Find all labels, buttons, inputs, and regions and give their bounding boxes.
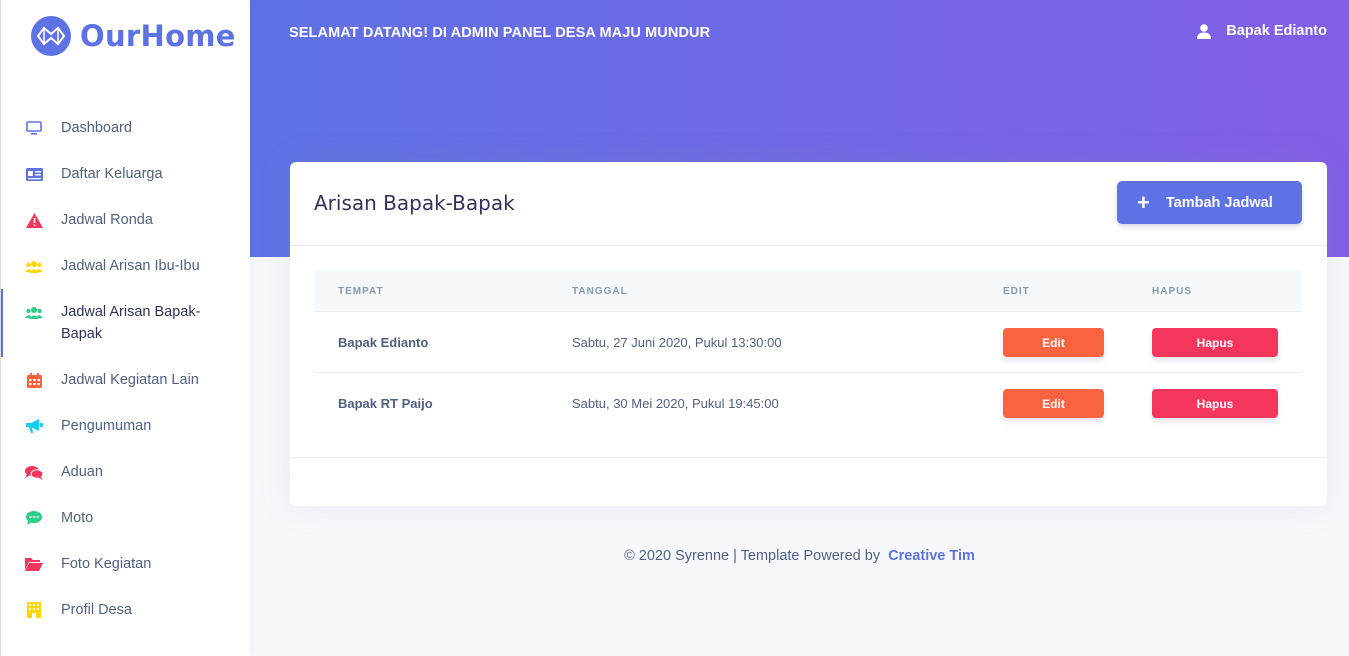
cell-tempat: Bapak Edianto [338,335,429,350]
delete-button[interactable]: Hapus [1152,389,1278,418]
table-row: Bapak RT Paijo Sabtu, 30 Mei 2020, Pukul… [314,373,1302,434]
sidebar-item-label: Moto [61,510,94,526]
footer: © 2020 Syrenne | Template Powered by Cre… [250,548,1349,564]
schedule-card: Arisan Bapak-Bapak + Tambah Jadwal TEMPA… [290,162,1327,506]
user-menu[interactable]: Bapak Edianto [1197,23,1327,39]
sidebar-item-foto-kegiatan[interactable]: Foto Kegiatan [1,541,251,587]
sidebar-item-jadwal-arisan-bapak[interactable]: Jadwal Arisan Bapak-Bapak [1,289,251,357]
building-icon [25,599,43,621]
brand-name: OurHome [80,19,236,53]
chat-icon [25,461,43,483]
sidebar-item-label: Jadwal Arisan Ibu-Ibu [61,258,200,274]
monitor-icon [25,117,43,139]
sidebar-item-daftar-keluarga[interactable]: Daftar Keluarga [1,151,251,197]
user-icon [1197,23,1212,39]
sidebar-item-aduan[interactable]: Aduan [1,449,251,495]
delete-button[interactable]: Hapus [1152,328,1278,357]
sidebar-item-label: Pengumuman [61,418,152,434]
sidebar-item-label: Jadwal Ronda [61,212,153,228]
sidebar-item-jadwal-kegiatan-lain[interactable]: Jadwal Kegiatan Lain [1,357,251,403]
brand[interactable]: OurHome [31,16,236,56]
sidebar-item-profil-desa[interactable]: Profil Desa [1,587,251,633]
footer-text: © 2020 Syrenne | Template Powered by [624,548,881,564]
card-header: Arisan Bapak-Bapak + Tambah Jadwal [290,162,1327,246]
user-name: Bapak Edianto [1226,23,1327,39]
megaphone-icon [25,415,43,437]
table-header: TEMPAT TANGGAL EDIT HAPUS [314,270,1302,312]
users-icon [25,255,43,277]
calendar-icon [25,369,43,391]
sidebar-item-jadwal-arisan-ibu[interactable]: Jadwal Arisan Ibu-Ibu [1,243,251,289]
sidebar-item-label: Dashboard [61,120,132,136]
card-title: Arisan Bapak-Bapak [314,191,515,215]
column-header-tempat: TEMPAT [338,286,384,297]
edit-button[interactable]: Edit [1003,328,1104,357]
sidebar-nav: Dashboard Daftar Keluarga Jadwal Ronda J… [1,105,251,633]
sidebar-item-label: Profil Desa [61,602,132,618]
comment-icon [25,507,43,529]
sidebar-item-moto[interactable]: Moto [1,495,251,541]
sidebar: OurHome Dashboard Daftar Keluarga Jadwal… [0,0,250,656]
users-icon [25,301,43,323]
schedule-table: TEMPAT TANGGAL EDIT HAPUS Bapak Edianto … [314,270,1302,434]
id-card-icon [25,163,43,185]
folder-open-icon [25,553,43,575]
sidebar-item-label: Jadwal Kegiatan Lain [61,372,199,388]
cell-tempat: Bapak RT Paijo [338,396,433,411]
sidebar-item-pengumuman[interactable]: Pengumuman [1,403,251,449]
sidebar-item-jadwal-ronda[interactable]: Jadwal Ronda [1,197,251,243]
column-header-hapus: HAPUS [1152,286,1193,297]
cell-tanggal: Sabtu, 30 Mei 2020, Pukul 19:45:00 [572,396,779,411]
column-header-edit: EDIT [1003,286,1030,297]
plus-icon: + [1137,189,1150,215]
table-row: Bapak Edianto Sabtu, 27 Juni 2020, Pukul… [314,312,1302,373]
cell-tanggal: Sabtu, 27 Juni 2020, Pukul 13:30:00 [572,335,782,350]
sidebar-item-label: Daftar Keluarga [61,166,163,182]
house-logo-icon [31,16,71,56]
sidebar-item-label: Aduan [61,464,103,480]
warning-icon [25,209,43,231]
add-schedule-button[interactable]: + Tambah Jadwal [1117,181,1302,224]
sidebar-item-label: Jadwal Arisan Bapak-Bapak [61,304,201,342]
footer-link[interactable]: Creative Tim [888,548,975,564]
card-footer-divider [290,457,1327,458]
edit-button[interactable]: Edit [1003,389,1104,418]
welcome-text: SELAMAT DATANG! DI ADMIN PANEL DESA MAJU… [289,25,711,41]
sidebar-item-dashboard[interactable]: Dashboard [1,105,251,151]
sidebar-item-label: Foto Kegiatan [61,556,152,572]
add-schedule-label: Tambah Jadwal [1165,194,1273,211]
column-header-tanggal: TANGGAL [572,286,628,297]
